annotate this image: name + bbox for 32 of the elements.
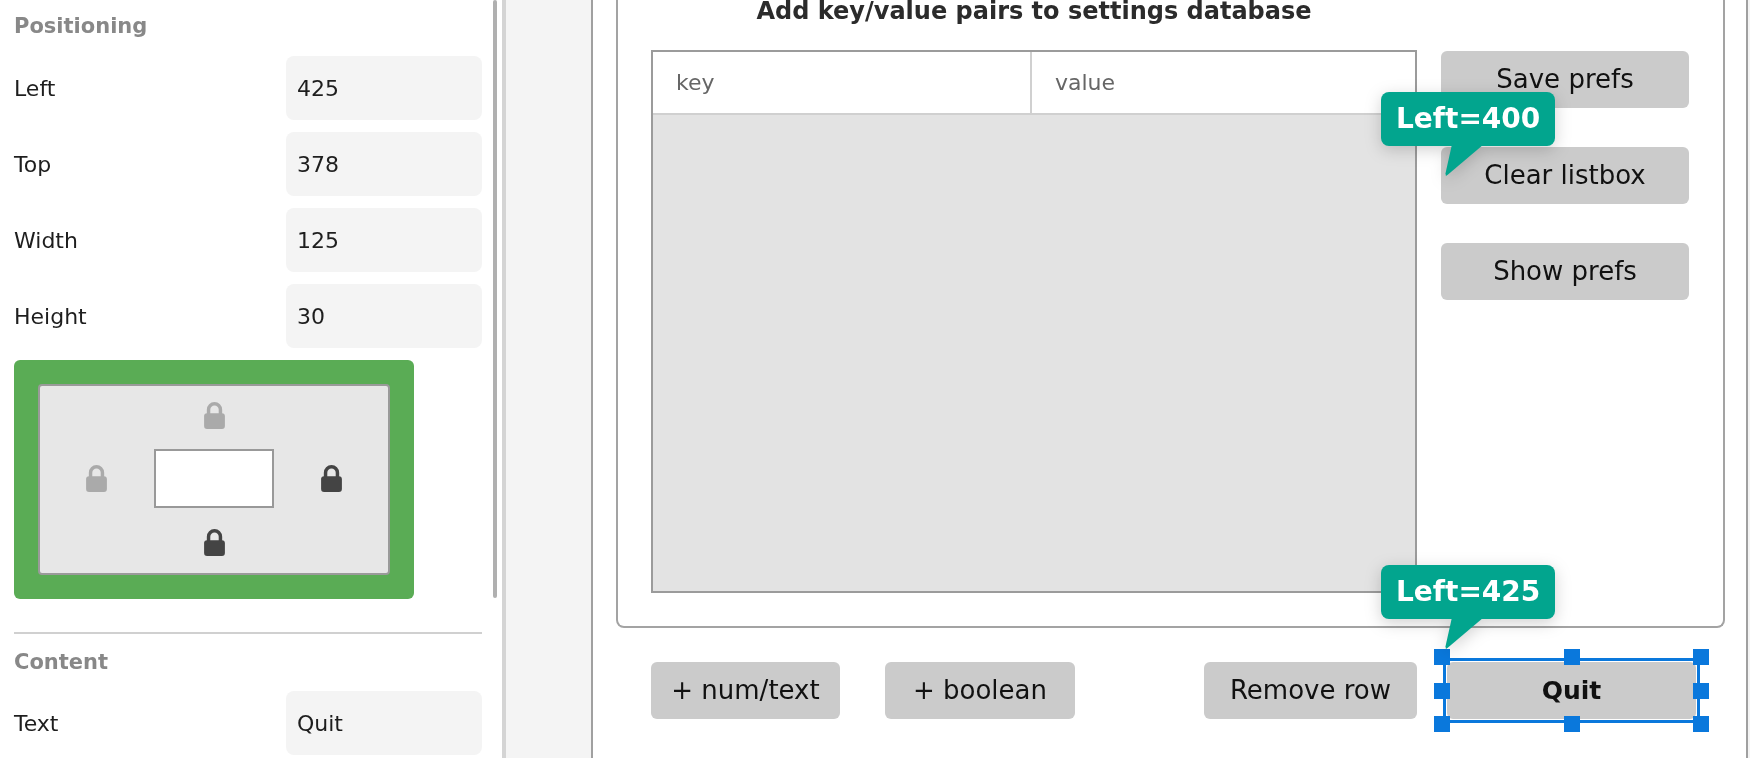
resize-handle[interactable] (1434, 716, 1450, 732)
form-button[interactable]: + num/text (651, 662, 840, 719)
scrollbar-thumb[interactable] (493, 0, 497, 598)
field-label: Text (14, 709, 59, 738)
value-field[interactable]: 378 (286, 132, 482, 196)
value-field[interactable]: 425 (286, 56, 482, 120)
column-header[interactable]: key (653, 52, 1032, 115)
field-label: Top (14, 150, 52, 179)
value-field[interactable]: 30 (286, 284, 482, 348)
form-button[interactable]: Show prefs (1441, 243, 1689, 300)
resize-handle[interactable] (1434, 649, 1450, 665)
field-label: Left (14, 74, 56, 103)
form-button[interactable]: + boolean (885, 662, 1075, 719)
form-button[interactable]: Clear listbox (1441, 147, 1689, 204)
value-field[interactable]: Quit (286, 691, 482, 755)
resize-handle[interactable] (1563, 649, 1580, 665)
form-button[interactable]: Quit (1447, 662, 1696, 719)
lock-icon[interactable] (321, 465, 342, 492)
resize-handle[interactable] (1693, 682, 1709, 699)
value-field[interactable]: 125 (286, 208, 482, 272)
form-button[interactable]: Remove row (1204, 662, 1417, 719)
lock-icon[interactable] (203, 529, 225, 556)
guide-tooltip: Left=425 (1381, 565, 1556, 650)
field-label: Height (14, 302, 87, 331)
field-label: Width (14, 226, 78, 255)
resize-handle[interactable] (1693, 716, 1709, 732)
section-heading: Content (14, 650, 110, 674)
group-heading: Add key/value pairs to settings database (755, 0, 1313, 24)
resize-handle[interactable] (1434, 682, 1450, 699)
resize-handle[interactable] (1693, 649, 1709, 665)
section-heading: Positioning (14, 14, 149, 38)
resize-handle[interactable] (1563, 716, 1580, 732)
